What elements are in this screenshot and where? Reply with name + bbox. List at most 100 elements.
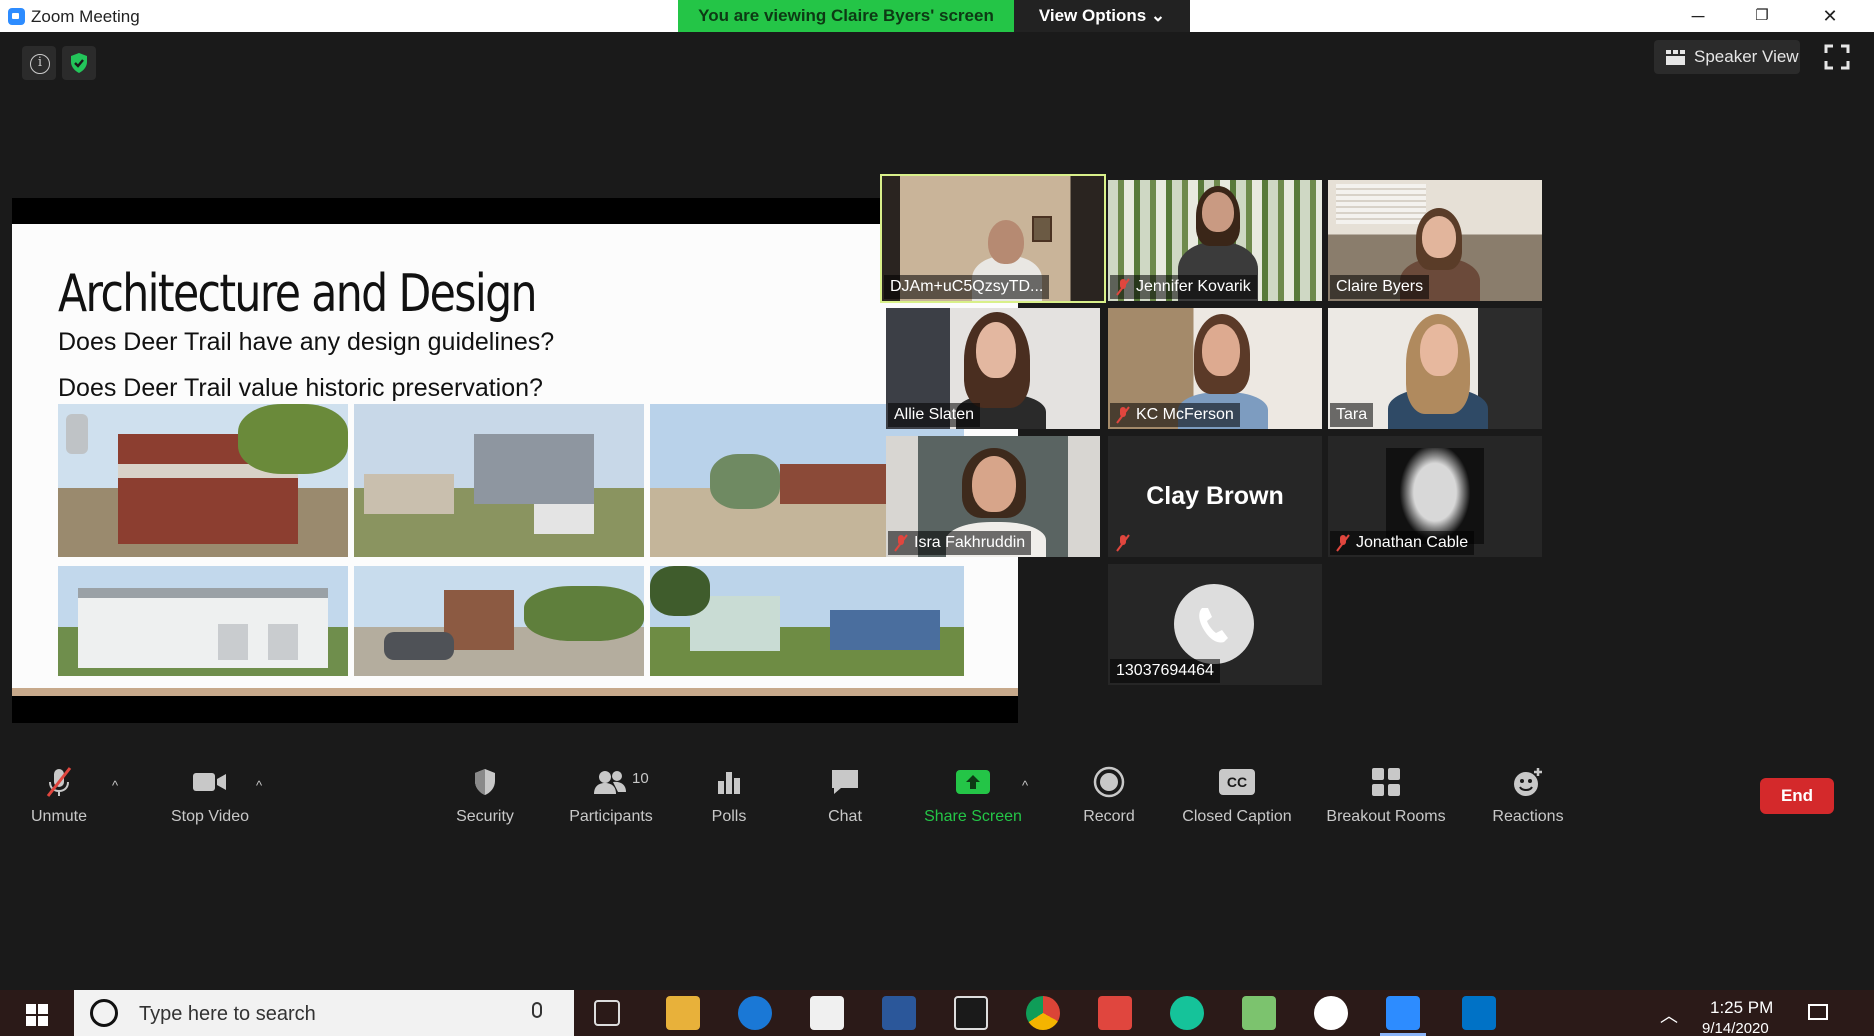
participant-name-label: Tara (1330, 403, 1374, 427)
viewing-screen-banner: You are viewing Claire Byers' screen (678, 0, 1014, 32)
closed-caption-button[interactable]: CC Closed Caption (1172, 764, 1302, 832)
audio-options-caret[interactable]: ^ (112, 778, 118, 793)
video-camera-icon (160, 764, 260, 800)
video-tile[interactable]: Claire Byers (1328, 180, 1542, 301)
participant-name-label: Claire Byers (1330, 275, 1430, 299)
grammarly-icon[interactable] (1170, 996, 1204, 1030)
chat-button[interactable]: Chat (820, 764, 870, 832)
slide-photo (354, 566, 644, 676)
clock-date[interactable]: 9/14/2020 (1702, 1020, 1769, 1036)
minimize-button[interactable]: ─ (1670, 2, 1726, 30)
participants-icon: 10 (556, 764, 666, 800)
video-tile[interactable]: Isra Fakhruddin (886, 436, 1100, 557)
zoom-logo-icon (8, 8, 25, 25)
participant-name-label: Allie Slaten (888, 403, 981, 427)
view-options-button[interactable]: View Options ⌄ (1014, 0, 1190, 32)
meeting-area: Speaker View Architecture and Design Doe… (8, 32, 1866, 990)
reactions-icon (1478, 764, 1578, 800)
muted-mic-icon (1116, 406, 1130, 424)
end-meeting-button[interactable]: End (1760, 778, 1834, 814)
breakout-rooms-icon (1316, 764, 1456, 800)
record-icon (1074, 764, 1144, 800)
fullscreen-icon[interactable] (1822, 42, 1852, 72)
chrome-icon[interactable] (1026, 996, 1060, 1030)
video-tile[interactable]: Jonathan Cable (1328, 436, 1542, 557)
closed-caption-icon: CC (1172, 764, 1302, 800)
muted-mic-icon (1116, 278, 1130, 296)
reactions-button[interactable]: Reactions (1478, 764, 1578, 832)
share-screen-button[interactable]: Share Screen (918, 764, 1028, 832)
video-tile[interactable]: DJAm+uC5QzsyTD... (880, 174, 1106, 303)
title-bar: Zoom Meeting You are viewing Claire Byer… (0, 0, 1874, 32)
cortana-icon (90, 999, 118, 1027)
windows-start-icon[interactable] (0, 990, 74, 1036)
record-button[interactable]: Record (1074, 764, 1144, 832)
slide-photo (650, 566, 964, 676)
photos-app-icon[interactable] (1242, 996, 1276, 1030)
encryption-shield-icon[interactable] (62, 46, 96, 80)
microphone-icon[interactable] (532, 1002, 542, 1018)
slide-photo (58, 404, 348, 557)
muted-mic-icon (894, 534, 908, 552)
speaker-view-button[interactable]: Speaker View (1654, 40, 1800, 74)
participant-name-label: DJAm+uC5QzsyTD... (884, 275, 1050, 299)
slide-photo (58, 566, 348, 676)
video-tile-phone[interactable]: 13037694464 (1108, 564, 1322, 685)
muted-mic-icon (1116, 534, 1130, 552)
window-title: Zoom Meeting (31, 7, 140, 26)
phone-icon (1174, 584, 1254, 664)
video-tile[interactable]: Tara (1328, 308, 1542, 429)
windows-taskbar: Type here to search ︿ 1:25 PM 9/14/2020 (0, 990, 1874, 1036)
security-button[interactable]: Security (450, 764, 520, 832)
video-tile-no-video[interactable]: Clay Brown (1108, 436, 1322, 557)
participant-name-label: Jennifer Kovarik (1110, 275, 1257, 299)
video-tile[interactable]: Allie Slaten (886, 308, 1100, 429)
search-placeholder: Type here to search (139, 1003, 316, 1025)
slide-footer-bar (12, 688, 1018, 696)
taskbar-search-input[interactable]: Type here to search (74, 990, 574, 1036)
edge-icon[interactable] (738, 996, 772, 1030)
task-view-icon[interactable] (594, 1000, 620, 1026)
slide-photo (354, 404, 644, 557)
slide-question-1: Does Deer Trail have any design guidelin… (58, 328, 555, 356)
participant-display-name: Clay Brown (1146, 482, 1284, 510)
muted-microphone-icon (28, 764, 90, 800)
share-options-caret[interactable]: ^ (1022, 778, 1028, 793)
microsoft-store-icon[interactable] (810, 996, 844, 1030)
outlook-icon[interactable] (1462, 996, 1496, 1030)
system-tray-caret[interactable]: ︿ (1660, 1002, 1678, 1028)
polls-icon (704, 764, 754, 800)
close-button[interactable]: ✕ (1802, 2, 1858, 30)
unmute-button[interactable]: Unmute (28, 764, 90, 832)
video-tile[interactable]: Jennifer Kovarik (1108, 180, 1322, 301)
speaker-view-icon (1666, 50, 1686, 65)
sketchup-icon[interactable] (1098, 996, 1132, 1030)
acrobat-icon[interactable] (954, 996, 988, 1030)
video-options-caret[interactable]: ^ (256, 778, 262, 793)
stop-video-button[interactable]: Stop Video (160, 764, 260, 832)
meeting-info-icon[interactable] (22, 46, 56, 80)
video-tile[interactable]: KC McFerson (1108, 308, 1322, 429)
clock-time[interactable]: 1:25 PM (1710, 998, 1773, 1018)
participant-name-label: Jonathan Cable (1330, 531, 1475, 555)
polls-button[interactable]: Polls (704, 764, 754, 832)
notification-icon[interactable] (1808, 1004, 1828, 1020)
profile-picture (1386, 448, 1484, 544)
word-icon[interactable] (882, 996, 916, 1030)
zoom-taskbar-icon[interactable] (1380, 996, 1426, 1036)
file-explorer-icon[interactable] (666, 996, 700, 1030)
google-icon[interactable] (1314, 996, 1348, 1030)
zoom-window: Zoom Meeting You are viewing Claire Byer… (0, 0, 1874, 1036)
presentation-slide: Architecture and Design Does Deer Trail … (12, 224, 1018, 696)
share-screen-icon (918, 764, 1028, 800)
restore-button[interactable]: ❐ (1734, 2, 1790, 30)
speaker-view-label: Speaker View (1694, 47, 1799, 66)
meeting-toolbar: Unmute ^ Stop Video ^ Security 10 Partic… (8, 764, 1866, 832)
breakout-rooms-button[interactable]: Breakout Rooms (1316, 764, 1456, 832)
muted-mic-icon (1336, 534, 1350, 552)
shared-screen: Architecture and Design Does Deer Trail … (12, 198, 1018, 723)
participant-count-badge: 10 (632, 770, 649, 787)
chat-icon (820, 764, 870, 800)
slide-heading: Architecture and Design (58, 264, 538, 324)
participants-button[interactable]: 10 Participants (556, 764, 666, 832)
